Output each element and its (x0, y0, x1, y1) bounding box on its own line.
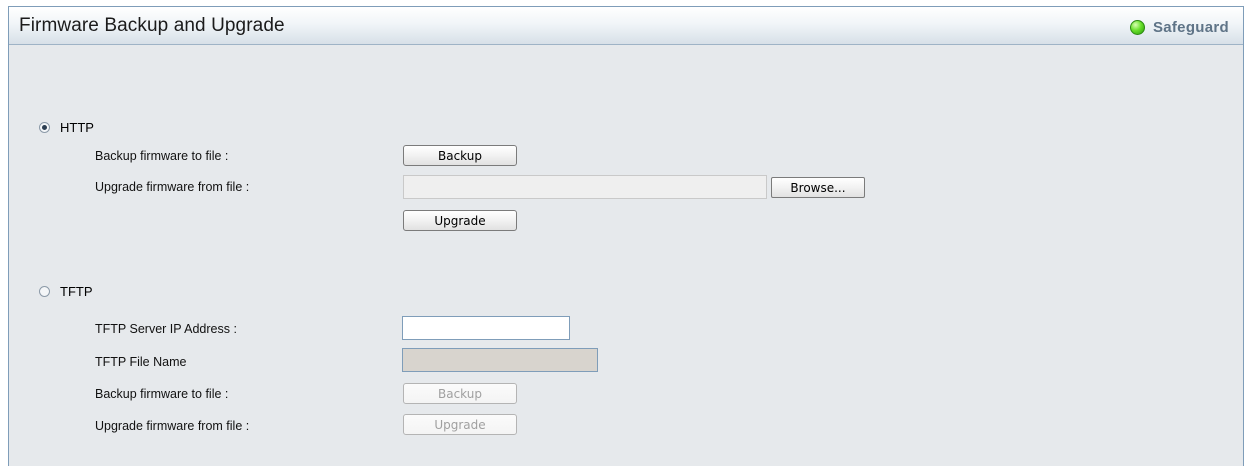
safeguard-indicator: Safeguard (1129, 17, 1229, 37)
browse-button[interactable]: Browse... (771, 177, 865, 198)
http-upgrade-label: Upgrade firmware from file : (95, 180, 250, 194)
tftp-radio[interactable] (39, 286, 50, 297)
http-backup-label: Backup firmware to file : (95, 149, 229, 163)
tftp-file-name-input[interactable] (402, 348, 598, 372)
panel-header: Firmware Backup and Upgrade Safeguard (9, 7, 1243, 45)
tftp-file-name-label: TFTP File Name (95, 355, 187, 369)
firmware-panel: Firmware Backup and Upgrade Safeguard HT… (8, 6, 1244, 466)
http-upgrade-button[interactable]: Upgrade (403, 210, 517, 231)
safeguard-status-icon (1129, 19, 1145, 35)
http-backup-button[interactable]: Backup (403, 145, 517, 166)
http-file-input[interactable] (403, 175, 767, 199)
tftp-upgrade-button[interactable]: Upgrade (403, 414, 517, 435)
http-radio-option[interactable]: HTTP (39, 120, 94, 135)
http-radio[interactable] (39, 122, 50, 133)
page-title: Firmware Backup and Upgrade (19, 15, 285, 36)
tftp-radio-label: TFTP (60, 284, 93, 299)
tftp-upgrade-label: Upgrade firmware from file : (95, 419, 250, 433)
tftp-backup-button[interactable]: Backup (403, 383, 517, 404)
http-radio-label: HTTP (60, 120, 94, 135)
tftp-backup-label: Backup firmware to file : (95, 387, 229, 401)
tftp-server-ip-input[interactable] (402, 316, 570, 340)
tftp-server-ip-label: TFTP Server IP Address : (95, 322, 237, 336)
safeguard-label: Safeguard (1152, 18, 1229, 36)
tftp-radio-option[interactable]: TFTP (39, 284, 93, 299)
